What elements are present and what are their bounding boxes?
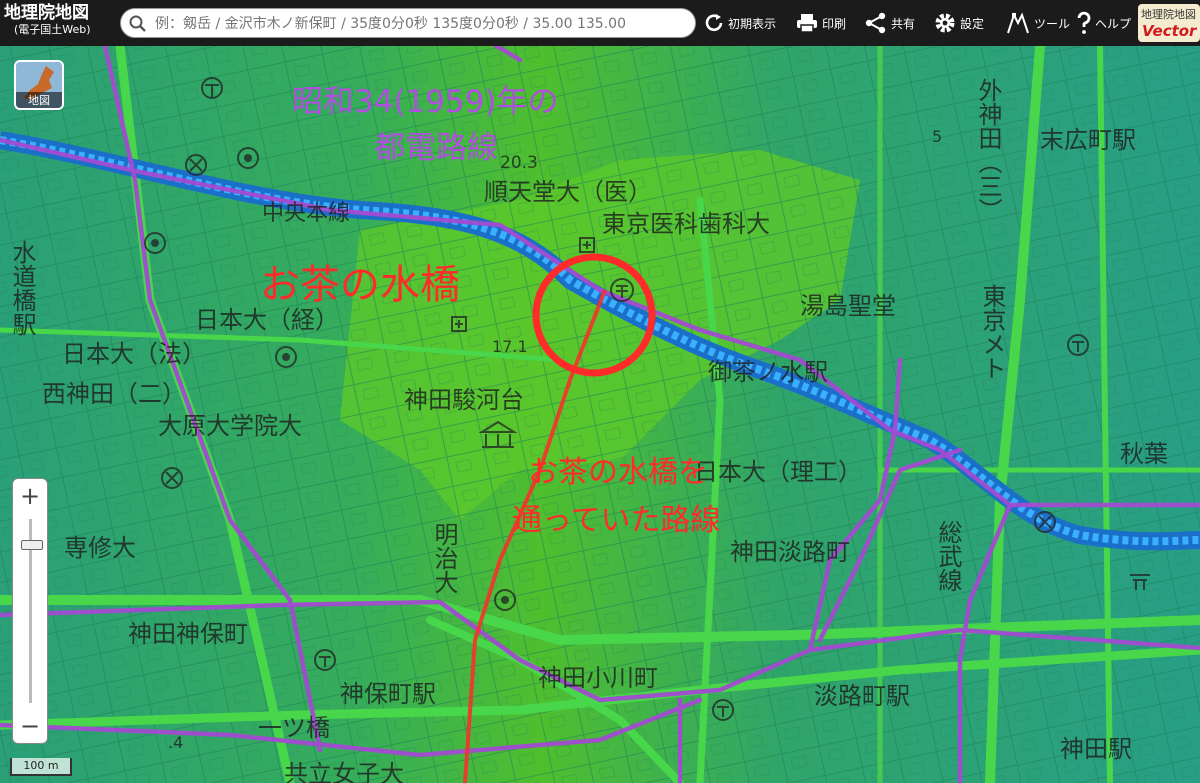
settings-button[interactable]: 設定 [933,8,984,38]
print-label: 印刷 [822,16,847,31]
share-button[interactable]: 共有 [864,8,915,38]
question-icon [1077,11,1091,34]
zoom-in-button[interactable]: + [13,479,47,513]
tools-icon [1007,12,1029,34]
map-canvas[interactable] [0,0,1200,783]
app-subtitle: (電子国土Web) [14,23,91,36]
vector-badge-label: Vector [1142,22,1197,40]
initial-view-button[interactable]: 初期表示 [703,8,776,38]
search-input[interactable] [153,12,692,36]
gear-icon [935,13,955,33]
zoom-slider-handle[interactable] [21,540,43,551]
vector-badge-title: 地理院地図 [1141,8,1196,21]
print-button[interactable]: 印刷 [795,8,846,38]
app-brand[interactable]: 地理院地図 (電子国土Web) [4,3,114,43]
search-box[interactable] [120,8,696,38]
tools-button[interactable]: ツール [1005,8,1070,38]
share-label: 共有 [891,16,916,31]
tools-label: ツール [1034,16,1071,31]
refresh-icon [705,14,723,32]
help-label: ヘルプ [1095,16,1132,31]
printer-icon [797,14,817,33]
vector-map-badge[interactable]: 地理院地図 Vector [1138,4,1200,42]
scale-bar: 100 m [10,758,72,776]
initial-view-label: 初期表示 [728,16,777,31]
layer-button-label: 地図 [16,92,62,108]
share-icon [865,12,886,34]
app-title: 地理院地図 [4,3,89,23]
search-icon[interactable] [129,15,147,33]
top-toolbar: 地理院地図 (電子国土Web) 初期表示 印刷 共有 設定 ツール ヘルプ 地理… [0,0,1200,46]
zoom-out-button[interactable]: − [13,709,47,743]
zoom-control: + − [12,478,48,744]
layer-map-button[interactable]: 地図 [14,60,64,110]
help-button[interactable]: ヘルプ [1076,8,1131,38]
settings-label: 設定 [960,16,985,31]
